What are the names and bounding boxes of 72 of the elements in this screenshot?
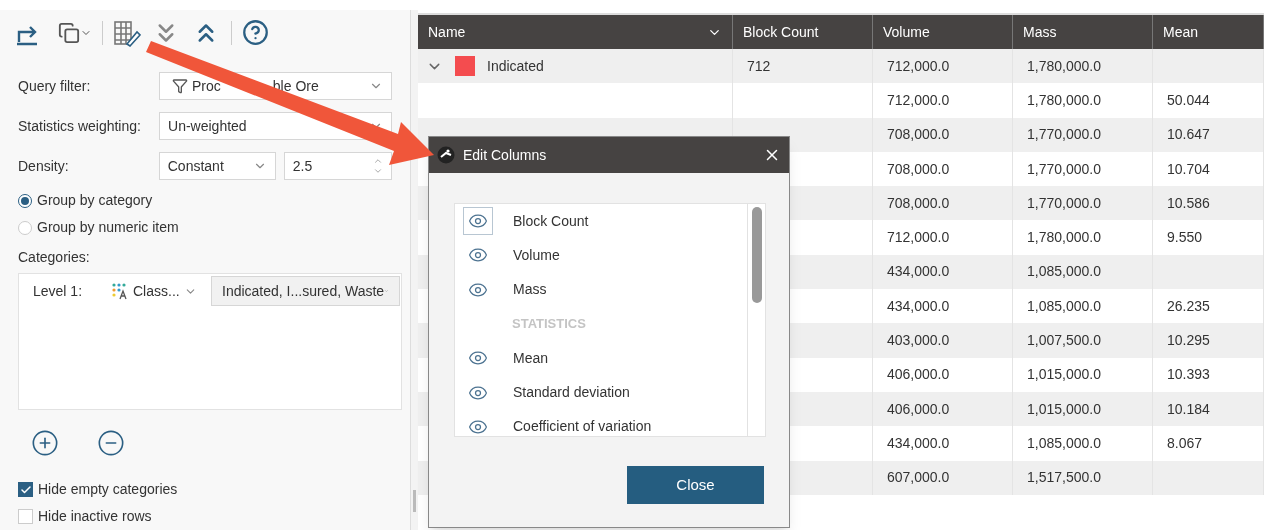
- table-cell-text: 10.586: [1167, 193, 1210, 213]
- table-cell-text: 10.393: [1167, 365, 1210, 385]
- copy-icon: [58, 21, 80, 44]
- table-cell-text: 708,000.0: [887, 125, 950, 145]
- column-list-item[interactable]: Block Count: [455, 204, 747, 239]
- table-cell-text: 406,000.0: [887, 365, 950, 385]
- table-cell-text: 708,000.0: [887, 159, 950, 179]
- table-cell-text: 708,000.0: [887, 193, 950, 213]
- add-icon[interactable]: [31, 429, 59, 457]
- table-cell-text: 1,517,500.0: [1027, 468, 1101, 488]
- table-cell-text: 1,780,000.0: [1027, 90, 1101, 110]
- help-icon[interactable]: [242, 19, 269, 46]
- table-cell-text: 9.550: [1167, 228, 1203, 248]
- table-cell-text: 26.235: [1167, 296, 1210, 316]
- table-cell-text: 10.184: [1167, 399, 1210, 419]
- table-cell-text: 1,770,000.0: [1027, 193, 1101, 213]
- table-cell-text: 1,780,000.0: [1027, 56, 1101, 76]
- column-list-item[interactable]: Standard deviation: [455, 375, 747, 410]
- checkbox-option[interactable]: Hide empty categories: [18, 476, 392, 503]
- column-list-item[interactable]: Mean: [455, 341, 747, 376]
- table-cell-text: 10.647: [1167, 125, 1210, 145]
- copy-button[interactable]: [58, 21, 92, 44]
- field-label: Density:: [18, 156, 70, 176]
- radio-option[interactable]: Group by numeric item: [18, 214, 392, 241]
- table-cell-text: 1,085,000.0: [1027, 296, 1101, 316]
- table-cell-text: Indicated: [487, 56, 544, 76]
- table-cell-text: 434,000.0: [887, 433, 950, 453]
- table-cell-text: 1,085,000.0: [1027, 433, 1101, 453]
- table-cell-text: 434,000.0: [887, 296, 950, 316]
- dialog-title: Edit Columns: [463, 145, 548, 165]
- field-label: Statistics weighting:: [18, 116, 142, 136]
- table-cell-text: 712,000.0: [887, 228, 950, 248]
- table-cell-text: 1,085,000.0: [1027, 262, 1101, 282]
- table-cell-text: 1,780,000.0: [1027, 228, 1101, 248]
- edit-columns-icon[interactable]: [113, 18, 141, 47]
- radio-option[interactable]: Group by category: [18, 187, 392, 214]
- category-values-dropdown[interactable]: Indicated, I...sured, Waste: [211, 276, 400, 306]
- funnel-icon: [172, 78, 189, 94]
- density-mode-dropdown[interactable]: Constant: [158, 152, 276, 180]
- column-list-item[interactable]: Volume: [455, 238, 747, 273]
- table-cell-text: 712,000.0: [887, 56, 950, 76]
- table-cell-text: 10.704: [1167, 159, 1210, 179]
- table-cell-text: 1,015,000.0: [1027, 365, 1101, 385]
- table-cell-text: 434,000.0: [887, 262, 950, 282]
- table-cell-text: 1,770,000.0: [1027, 159, 1101, 179]
- checkbox-option[interactable]: Hide inactive rows: [18, 503, 392, 530]
- table-cell-text: 403,000.0: [887, 331, 950, 350]
- table-cell-text: 10.295: [1167, 331, 1210, 350]
- check-icon: [19, 483, 32, 496]
- column-list-item[interactable]: Mass: [455, 272, 747, 307]
- table-cell-text: 712,000.0: [887, 90, 950, 110]
- scrollbar-thumb[interactable]: [751, 207, 762, 303]
- table-cell-text: 50.044: [1167, 90, 1210, 110]
- table-cell-text: 607,000.0: [887, 468, 950, 488]
- close-button[interactable]: Close: [627, 466, 764, 504]
- section-header: STATISTICS: [512, 315, 586, 334]
- table-cell-text: 1,015,000.0: [1027, 399, 1101, 419]
- app-logo-icon: [437, 146, 455, 164]
- table-cell-text: 8.067: [1167, 433, 1203, 453]
- categories-label: Categories:: [18, 248, 91, 267]
- table-cell-text: 1,007,500.0: [1027, 331, 1101, 350]
- eye-icon[interactable]: [463, 207, 493, 236]
- table-cell-text: 712: [747, 56, 771, 76]
- level-label: Level 1:: [33, 281, 84, 301]
- column-list-item[interactable]: Coefficient of variation: [455, 409, 747, 436]
- field-label: Query filter:: [18, 76, 92, 96]
- remove-icon[interactable]: [97, 429, 125, 457]
- category-column-dropdown[interactable]: Class...: [111, 280, 211, 302]
- category-icon: [111, 282, 129, 300]
- table-cell-text: 1,770,000.0: [1027, 125, 1101, 145]
- splitter-grip[interactable]: [413, 490, 416, 512]
- table-cell-text: 406,000.0: [887, 399, 950, 419]
